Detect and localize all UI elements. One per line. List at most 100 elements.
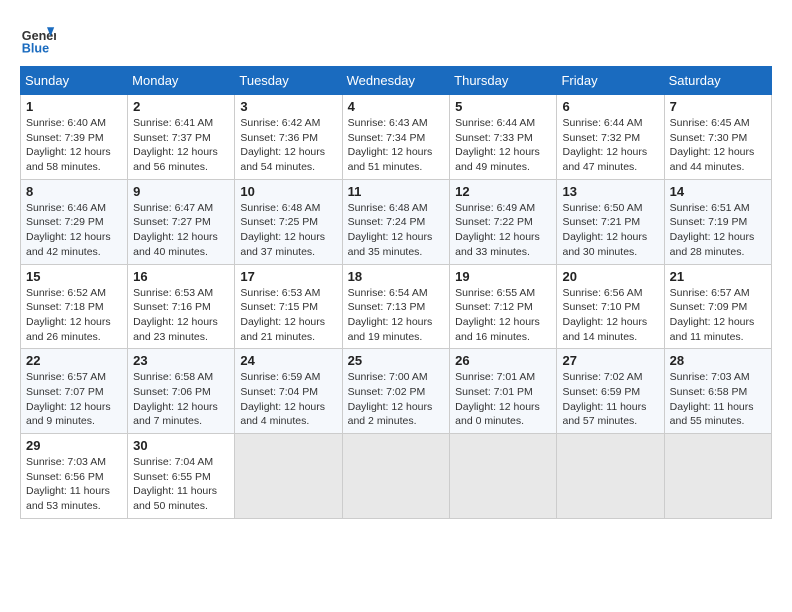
calendar-header-row: SundayMondayTuesdayWednesdayThursdayFrid…: [21, 67, 772, 95]
day-number: 1: [26, 99, 122, 114]
calendar-day-12: 12 Sunrise: 6:49 AMSunset: 7:22 PMDayligh…: [450, 179, 557, 264]
day-number: 11: [348, 184, 445, 199]
calendar-week-1: 1 Sunrise: 6:40 AMSunset: 7:39 PMDaylight…: [21, 95, 772, 180]
day-info: Sunrise: 6:46 AMSunset: 7:29 PMDaylight:…: [26, 202, 111, 258]
weekday-header-thursday: Thursday: [450, 67, 557, 95]
day-number: 18: [348, 269, 445, 284]
calendar-day-5: 5Sunrise: 6:44 AMSunset: 7:33 PMDaylight…: [450, 95, 557, 180]
weekday-header-monday: Monday: [128, 67, 235, 95]
day-number: 16: [133, 269, 229, 284]
calendar-day-14: 14 Sunrise: 6:51 AMSunset: 7:19 PMDayligh…: [664, 179, 771, 264]
day-info: Sunrise: 6:50 AMSunset: 7:21 PMDaylight:…: [562, 202, 647, 258]
day-info: Sunrise: 6:53 AMSunset: 7:16 PMDaylight:…: [133, 287, 218, 343]
calendar-day-20: 20Sunrise: 6:56 AMSunset: 7:10 PMDayligh…: [557, 264, 664, 349]
day-number: 21: [670, 269, 766, 284]
calendar-day-8: 8 Sunrise: 6:46 AMSunset: 7:29 PMDaylight…: [21, 179, 128, 264]
calendar-table: SundayMondayTuesdayWednesdayThursdayFrid…: [20, 66, 772, 519]
day-info: Sunrise: 6:44 AMSunset: 7:33 PMDaylight:…: [455, 117, 540, 173]
day-info: Sunrise: 6:52 AMSunset: 7:18 PMDaylight:…: [26, 287, 111, 343]
calendar-day-15: 15 Sunrise: 6:52 AMSunset: 7:18 PMDayligh…: [21, 264, 128, 349]
calendar-day-7: 7 Sunrise: 6:45 AMSunset: 7:30 PMDaylight…: [664, 95, 771, 180]
calendar-day-28: 28Sunrise: 7:03 AMSunset: 6:58 PMDayligh…: [664, 349, 771, 434]
calendar-day-23: 23Sunrise: 6:58 AMSunset: 7:06 PMDayligh…: [128, 349, 235, 434]
calendar-day-21: 21 Sunrise: 6:57 AMSunset: 7:09 PMDayligh…: [664, 264, 771, 349]
day-info: Sunrise: 6:45 AMSunset: 7:30 PMDaylight:…: [670, 117, 755, 173]
svg-text:Blue: Blue: [22, 41, 49, 55]
day-number: 9: [133, 184, 229, 199]
day-info: Sunrise: 7:01 AMSunset: 7:01 PMDaylight:…: [455, 371, 540, 427]
calendar-day-9: 9 Sunrise: 6:47 AMSunset: 7:27 PMDaylight…: [128, 179, 235, 264]
day-info: Sunrise: 7:03 AMSunset: 6:56 PMDaylight:…: [26, 456, 110, 512]
day-number: 24: [240, 353, 336, 368]
calendar-day-empty: [235, 434, 342, 519]
day-number: 2: [133, 99, 229, 114]
calendar-day-empty: [557, 434, 664, 519]
day-number: 30: [133, 438, 229, 453]
day-number: 15: [26, 269, 122, 284]
day-info: Sunrise: 7:04 AMSunset: 6:55 PMDaylight:…: [133, 456, 217, 512]
day-number: 3: [240, 99, 336, 114]
day-number: 4: [348, 99, 445, 114]
day-number: 17: [240, 269, 336, 284]
calendar-day-22: 22 Sunrise: 6:57 AMSunset: 7:07 PMDayligh…: [21, 349, 128, 434]
calendar-day-2: 2 Sunrise: 6:41 AMSunset: 7:37 PMDaylight…: [128, 95, 235, 180]
calendar-week-3: 15 Sunrise: 6:52 AMSunset: 7:18 PMDayligh…: [21, 264, 772, 349]
day-number: 25: [348, 353, 445, 368]
day-info: Sunrise: 6:59 AMSunset: 7:04 PMDaylight:…: [240, 371, 325, 427]
day-info: Sunrise: 6:41 AMSunset: 7:37 PMDaylight:…: [133, 117, 218, 173]
day-info: Sunrise: 7:02 AMSunset: 6:59 PMDaylight:…: [562, 371, 646, 427]
day-info: Sunrise: 6:48 AMSunset: 7:24 PMDaylight:…: [348, 202, 433, 258]
day-info: Sunrise: 6:43 AMSunset: 7:34 PMDaylight:…: [348, 117, 433, 173]
calendar-day-29: 29 Sunrise: 7:03 AMSunset: 6:56 PMDayligh…: [21, 434, 128, 519]
calendar-day-19: 19 Sunrise: 6:55 AMSunset: 7:12 PMDayligh…: [450, 264, 557, 349]
weekday-header-saturday: Saturday: [664, 67, 771, 95]
day-info: Sunrise: 6:47 AMSunset: 7:27 PMDaylight:…: [133, 202, 218, 258]
calendar-day-4: 4 Sunrise: 6:43 AMSunset: 7:34 PMDaylight…: [342, 95, 450, 180]
day-info: Sunrise: 6:40 AMSunset: 7:39 PMDaylight:…: [26, 117, 111, 173]
weekday-header-friday: Friday: [557, 67, 664, 95]
calendar-day-25: 25 Sunrise: 7:00 AMSunset: 7:02 PMDayligh…: [342, 349, 450, 434]
calendar-day-6: 6Sunrise: 6:44 AMSunset: 7:32 PMDaylight…: [557, 95, 664, 180]
calendar-body: 1 Sunrise: 6:40 AMSunset: 7:39 PMDaylight…: [21, 95, 772, 519]
day-info: Sunrise: 6:53 AMSunset: 7:15 PMDaylight:…: [240, 287, 325, 343]
calendar-day-empty: [450, 434, 557, 519]
day-info: Sunrise: 6:48 AMSunset: 7:25 PMDaylight:…: [240, 202, 325, 258]
day-info: Sunrise: 6:55 AMSunset: 7:12 PMDaylight:…: [455, 287, 540, 343]
day-number: 19: [455, 269, 551, 284]
day-number: 7: [670, 99, 766, 114]
calendar-day-3: 3 Sunrise: 6:42 AMSunset: 7:36 PMDaylight…: [235, 95, 342, 180]
calendar-day-10: 10Sunrise: 6:48 AMSunset: 7:25 PMDayligh…: [235, 179, 342, 264]
day-info: Sunrise: 6:56 AMSunset: 7:10 PMDaylight:…: [562, 287, 647, 343]
day-number: 12: [455, 184, 551, 199]
day-number: 8: [26, 184, 122, 199]
day-info: Sunrise: 6:44 AMSunset: 7:32 PMDaylight:…: [562, 117, 647, 173]
day-info: Sunrise: 6:57 AMSunset: 7:07 PMDaylight:…: [26, 371, 111, 427]
calendar-day-18: 18 Sunrise: 6:54 AMSunset: 7:13 PMDayligh…: [342, 264, 450, 349]
calendar-day-11: 11 Sunrise: 6:48 AMSunset: 7:24 PMDayligh…: [342, 179, 450, 264]
day-info: Sunrise: 6:42 AMSunset: 7:36 PMDaylight:…: [240, 117, 325, 173]
day-number: 29: [26, 438, 122, 453]
calendar-day-16: 16 Sunrise: 6:53 AMSunset: 7:16 PMDayligh…: [128, 264, 235, 349]
calendar-day-13: 13Sunrise: 6:50 AMSunset: 7:21 PMDayligh…: [557, 179, 664, 264]
day-number: 14: [670, 184, 766, 199]
weekday-header-sunday: Sunday: [21, 67, 128, 95]
day-number: 23: [133, 353, 229, 368]
day-number: 22: [26, 353, 122, 368]
day-info: Sunrise: 6:57 AMSunset: 7:09 PMDaylight:…: [670, 287, 755, 343]
calendar-day-1: 1 Sunrise: 6:40 AMSunset: 7:39 PMDaylight…: [21, 95, 128, 180]
calendar-day-empty: [664, 434, 771, 519]
calendar-day-empty: [342, 434, 450, 519]
calendar-day-26: 26 Sunrise: 7:01 AMSunset: 7:01 PMDayligh…: [450, 349, 557, 434]
logo-icon: General Blue: [20, 20, 56, 56]
calendar-week-5: 29 Sunrise: 7:03 AMSunset: 6:56 PMDayligh…: [21, 434, 772, 519]
day-info: Sunrise: 6:54 AMSunset: 7:13 PMDaylight:…: [348, 287, 433, 343]
day-number: 26: [455, 353, 551, 368]
weekday-header-tuesday: Tuesday: [235, 67, 342, 95]
day-info: Sunrise: 6:49 AMSunset: 7:22 PMDaylight:…: [455, 202, 540, 258]
calendar-day-17: 17 Sunrise: 6:53 AMSunset: 7:15 PMDayligh…: [235, 264, 342, 349]
day-info: Sunrise: 6:51 AMSunset: 7:19 PMDaylight:…: [670, 202, 755, 258]
day-info: Sunrise: 7:00 AMSunset: 7:02 PMDaylight:…: [348, 371, 433, 427]
weekday-header-wednesday: Wednesday: [342, 67, 450, 95]
calendar-day-27: 27Sunrise: 7:02 AMSunset: 6:59 PMDayligh…: [557, 349, 664, 434]
logo: General Blue: [20, 20, 60, 56]
